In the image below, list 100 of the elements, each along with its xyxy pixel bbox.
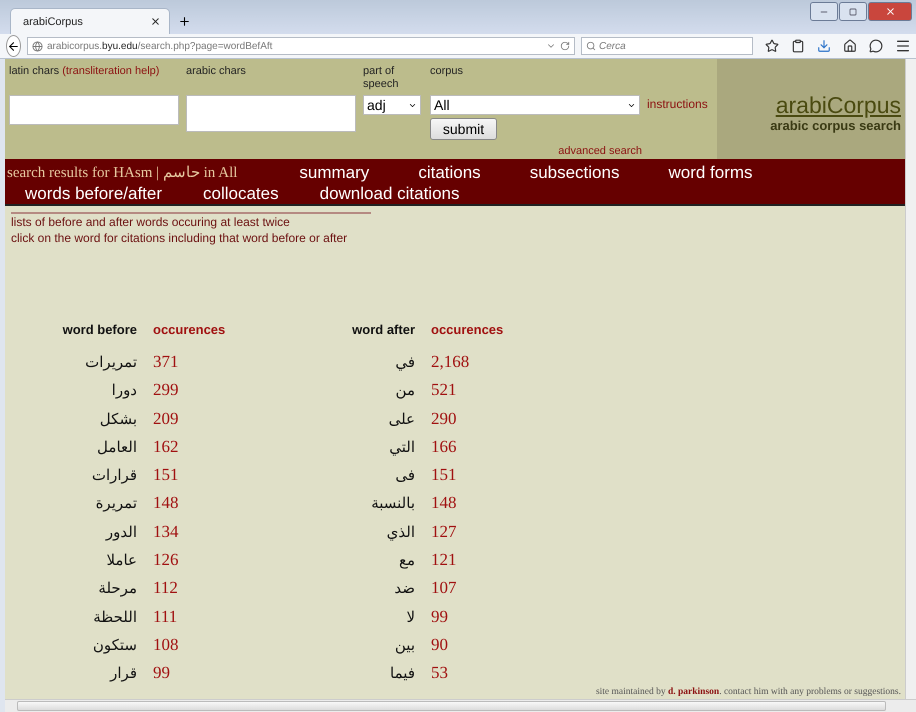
word-link[interactable]: فى	[283, 461, 415, 490]
back-arrow-icon	[7, 40, 20, 52]
occurrence-count: 121	[431, 549, 458, 572]
nav-link[interactable]: citations	[418, 163, 481, 184]
word-link[interactable]: عاملا	[5, 546, 137, 574]
occurrence-count: 166	[431, 436, 458, 458]
part-of-speech-select[interactable]: adj	[363, 95, 421, 115]
word-link[interactable]: قرار	[5, 659, 137, 688]
download-icon[interactable]	[817, 39, 831, 53]
occurrence-count: 134	[153, 520, 180, 543]
word-link[interactable]: تمريرة	[5, 489, 137, 518]
minimize-button[interactable]	[810, 2, 838, 21]
word-link[interactable]: لا	[283, 602, 415, 631]
nav-link[interactable]: words before/after	[25, 184, 162, 204]
occurrence-count: 148	[153, 492, 180, 514]
word-link[interactable]: قرارات	[5, 461, 137, 490]
occurrence-count: 151	[153, 464, 180, 486]
reload-icon[interactable]	[560, 41, 570, 51]
close-icon[interactable]	[150, 16, 161, 27]
logo-subtitle: arabic corpus search	[770, 118, 901, 133]
close-icon	[884, 6, 896, 17]
occurrence-count: 99	[431, 606, 449, 628]
search-field[interactable]: Cerca	[581, 37, 753, 55]
menu-icon[interactable]	[895, 38, 911, 54]
occurrence-count: 112	[153, 577, 179, 600]
word-link[interactable]: في	[283, 348, 415, 376]
transliteration-link[interactable]: (transliteration help)	[62, 65, 160, 77]
home-icon[interactable]	[843, 39, 857, 53]
globe-icon	[32, 40, 43, 52]
occurrence-count: 2,168	[431, 351, 470, 373]
occurrence-count: 127	[431, 520, 458, 543]
logo-title[interactable]: arabiCorpus	[776, 93, 901, 118]
word-link[interactable]: من	[283, 376, 415, 405]
occurrence-count: 111	[153, 606, 178, 628]
submit-button[interactable]: submit	[430, 118, 497, 140]
field-label: part of speech	[363, 65, 400, 92]
maximize-icon	[849, 8, 857, 16]
field-label: corpus	[430, 65, 464, 79]
corpus-select[interactable]: All	[430, 95, 640, 115]
results-caption: search results for HAsm | حاسم in All	[7, 164, 238, 183]
author-link[interactable]: d. parkinson	[668, 687, 720, 697]
maximize-button[interactable]	[839, 2, 867, 21]
instructions-link[interactable]: instructions	[647, 97, 708, 111]
word-link[interactable]: ستكون	[5, 630, 137, 660]
back-button[interactable]	[6, 35, 21, 57]
star-icon[interactable]	[765, 39, 779, 53]
occurrence-count: 90	[431, 634, 449, 656]
column-header: word before	[62, 322, 137, 337]
column-header: occurences	[153, 322, 226, 337]
field-label: arabic chars	[186, 65, 247, 79]
word-link[interactable]: بشكل	[5, 404, 137, 433]
occurrence-count: 126	[153, 549, 180, 572]
nav-link[interactable]: word forms	[668, 163, 753, 184]
word-link[interactable]: الدور	[5, 518, 137, 546]
word-link[interactable]: مرحلة	[5, 574, 137, 603]
browser-tab[interactable]: arabiCorpus	[10, 8, 170, 34]
advanced-search-link[interactable]: advanced search	[558, 145, 642, 157]
occurrence-count: 108	[153, 634, 180, 656]
nav-link[interactable]: download citations	[320, 184, 460, 204]
nav-link[interactable]: collocates	[203, 184, 279, 204]
occurrence-count: 148	[431, 492, 458, 514]
word-link[interactable]: ضد	[283, 574, 415, 603]
occurrence-count: 521	[431, 379, 458, 402]
word-link[interactable]: التي	[283, 432, 415, 462]
nav-link[interactable]: subsections	[530, 163, 620, 184]
occurrence-count: 209	[153, 408, 180, 430]
arabic-input[interactable]	[186, 95, 356, 132]
field-label: latin chars	[9, 65, 60, 77]
occurrence-count: 151	[431, 464, 458, 486]
word-link[interactable]: بين	[283, 630, 415, 660]
occurrence-count: 299	[153, 379, 180, 402]
new-tab-icon[interactable]	[178, 15, 191, 28]
nav-link[interactable]: summary	[299, 163, 370, 184]
horizontal-scrollbar[interactable]	[5, 699, 916, 712]
clipboard-icon[interactable]	[791, 39, 805, 53]
occurrence-count: 371	[153, 351, 180, 373]
word-link[interactable]: فيما	[283, 659, 415, 688]
occurrence-count: 290	[431, 408, 458, 430]
word-link[interactable]: الذي	[283, 518, 415, 546]
word-link[interactable]: العامل	[5, 432, 137, 462]
intro-text: lists of before and after words occuring at least twice	[11, 214, 291, 230]
chat-icon[interactable]	[869, 39, 883, 53]
word-link[interactable]: اللحظة	[5, 602, 137, 631]
occurrence-count: 107	[431, 577, 458, 600]
footer-text: site maintained by d. parkinson. contact him with any problems or suggestions.	[596, 687, 901, 697]
column-header: word after	[351, 322, 415, 337]
word-link[interactable]: دورا	[5, 376, 137, 405]
close-button[interactable]	[868, 2, 912, 21]
search-icon	[586, 41, 596, 51]
word-link[interactable]: بالنسبة	[283, 489, 415, 518]
word-link[interactable]: مع	[283, 546, 415, 574]
address-bar[interactable]: arabicorpus.byu.edu/search.php?page=wordBefAft	[27, 37, 575, 55]
occurrence-count: 162	[153, 436, 180, 458]
word-link[interactable]: تمريرات	[5, 348, 137, 376]
vertical-scrollbar[interactable]	[905, 59, 916, 699]
occurrence-count: 53	[431, 662, 449, 684]
latin-input[interactable]	[9, 95, 179, 125]
occurrence-count: 99	[153, 662, 171, 684]
word-link[interactable]: على	[283, 404, 415, 433]
intro-text: click on the word for citations including that word before or after	[11, 230, 348, 246]
